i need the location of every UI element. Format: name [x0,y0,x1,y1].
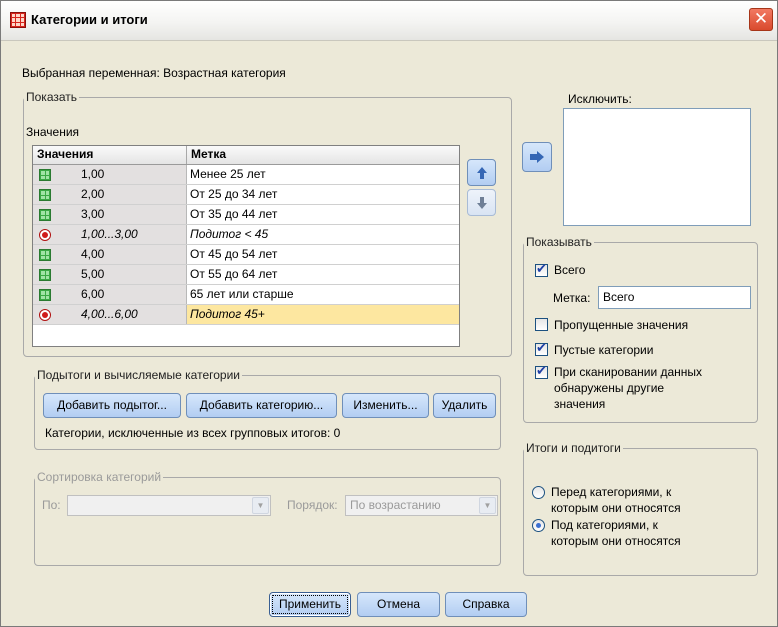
other-values-label-line2: обнаружены другие [554,381,665,395]
category-grid-icon [39,269,51,281]
totals-before-label-line1: Перед категориями, к [551,485,672,499]
missing-values-checkbox[interactable] [535,318,548,331]
row-value: 1,00...3,00 [81,227,138,241]
label-field-label: Метка: [553,291,591,305]
row-label: От 45 до 54 лет [190,247,278,261]
table-row[interactable]: 5,00 От 55 до 64 лет [33,265,459,285]
totals-after-label-line2: которым они относятся [551,534,681,548]
arrow-down-icon [476,196,487,209]
missing-values-label: Пропущенные значения [554,318,689,332]
table-row[interactable]: 6,00 65 лет или старше [33,285,459,305]
category-grid-icon [39,289,51,301]
other-values-label-line3: значения [554,397,606,411]
totals-before-radio[interactable] [532,486,545,499]
display-group-legend: Показывать [526,235,592,249]
chevron-down-icon: ▼ [479,497,496,514]
totals-group-legend: Итоги и подитоги [526,441,621,455]
delete-button[interactable]: Удалить [433,393,496,418]
move-up-button[interactable] [467,159,496,186]
row-label: От 25 до 34 лет [190,187,278,201]
row-value: 6,00 [81,287,105,301]
totals-after-radio[interactable] [532,519,545,532]
add-category-button[interactable]: Добавить категорию... [186,393,337,418]
categories-table[interactable]: Значения Метка 1,00 Менее 25 лет 2,00 От… [32,145,460,347]
sort-group-legend: Сортировка категорий [37,470,162,484]
arrow-right-icon [530,151,544,163]
exclude-label: Исключить: [568,92,632,106]
column-header-values[interactable]: Значения [33,146,187,164]
sort-order-label: Порядок: [287,498,338,512]
sort-order-value: По возрастанию [350,498,441,512]
row-value: 2,00 [81,187,105,201]
table-app-icon [10,12,26,28]
label-field-input[interactable]: Всего [598,286,751,309]
row-label: Подитог < 45 [190,227,269,241]
selected-variable-label: Выбранная переменная: Возрастная категор… [22,66,286,80]
empty-categories-label: Пустые категории [554,343,654,357]
table-header: Значения Метка [33,146,459,165]
show-group-legend: Показать [26,90,78,104]
row-label: Подитог 45+ [187,305,459,324]
cancel-button[interactable]: Отмена [357,592,440,617]
total-checkbox[interactable] [535,262,548,277]
table-row[interactable]: 2,00 От 25 до 34 лет [33,185,459,205]
category-grid-icon [39,169,51,181]
table-row[interactable]: 1,00 Менее 25 лет [33,165,459,185]
subtotal-icon [39,229,51,241]
category-grid-icon [39,209,51,221]
table-row[interactable]: 4,00 От 45 до 54 лет [33,245,459,265]
row-value: 4,00 [81,247,105,261]
chevron-down-icon: ▼ [252,497,269,514]
values-label: Значения [26,125,80,139]
row-label: От 55 до 64 лет [190,267,278,281]
edit-button[interactable]: Изменить... [342,393,429,418]
row-value: 3,00 [81,207,105,221]
exclude-listbox[interactable] [563,108,751,226]
subtotal-icon [39,309,51,321]
other-values-checkbox[interactable] [535,364,548,379]
total-checkbox-label: Всего [554,263,586,277]
sort-order-dropdown[interactable]: По возрастанию ▼ [345,495,498,516]
other-values-label-line1: При сканировании данных [554,365,703,379]
excluded-categories-info: Категории, исключенные из всех групповых… [45,426,341,440]
window-title: Категории и итоги [31,12,148,27]
row-label: 65 лет или старше [190,287,294,301]
help-button[interactable]: Справка [445,592,527,617]
sort-by-dropdown[interactable]: ▼ [67,495,271,516]
row-label: Менее 25 лет [190,167,266,181]
dialog-window: Категории и итоги ✕ Выбранная переменная… [0,0,778,627]
table-row[interactable]: 3,00 От 35 до 44 лет [33,205,459,225]
totals-after-label-line1: Под категориями, к [551,518,658,532]
arrow-up-icon [476,166,487,179]
apply-button[interactable]: Применить [269,592,351,617]
subtotals-group-legend: Подытоги и вычисляемые категории [37,368,240,382]
sort-group: Сортировка категорий [34,470,501,566]
column-header-label[interactable]: Метка [187,146,459,164]
row-label: От 35 до 44 лет [190,207,278,221]
add-subtotal-button[interactable]: Добавить подытог... [43,393,181,418]
row-value: 4,00...6,00 [81,307,138,321]
totals-before-label-line2: которым они относятся [551,501,681,515]
move-down-button[interactable] [467,189,496,216]
table-row-subtotal-selected[interactable]: 4,00...6,00 Подитог 45+ [33,305,459,325]
move-to-exclude-button[interactable] [522,142,552,172]
sort-by-label: По: [42,498,61,512]
row-value: 1,00 [81,167,105,181]
table-row-subtotal[interactable]: 1,00...3,00 Подитог < 45 [33,225,459,245]
category-grid-icon [39,189,51,201]
close-button[interactable]: ✕ [749,8,773,31]
category-grid-icon [39,249,51,261]
empty-categories-checkbox[interactable] [535,341,548,356]
row-value: 5,00 [81,267,105,281]
title-bar[interactable]: Категории и итоги ✕ [1,1,777,41]
